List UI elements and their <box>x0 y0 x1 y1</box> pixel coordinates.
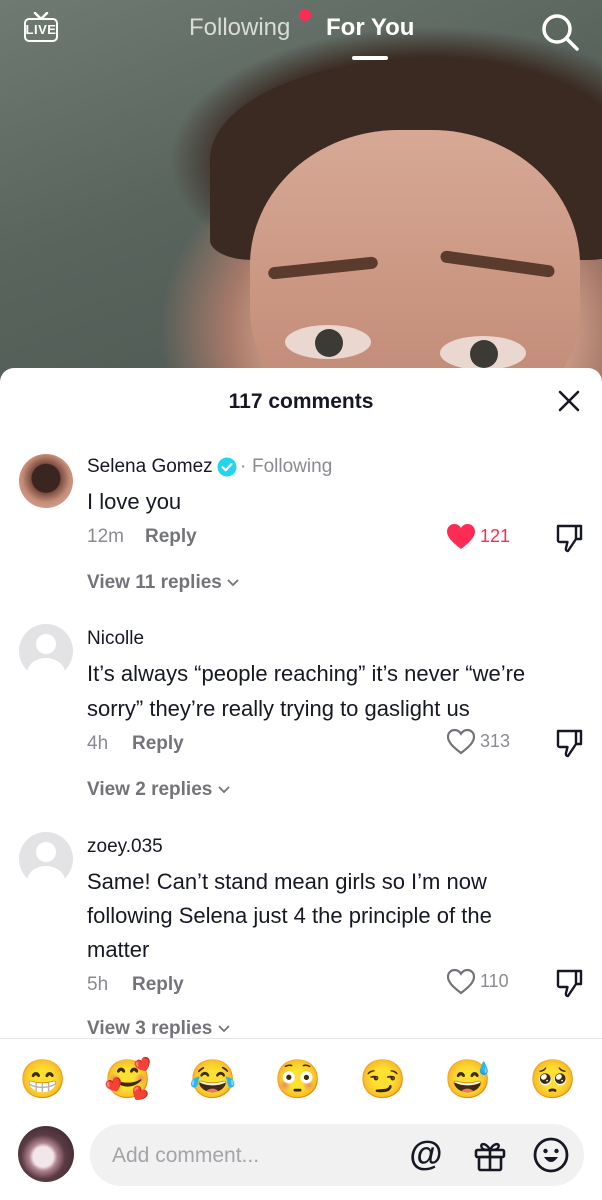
following-label: Following <box>252 456 333 477</box>
comment-time: 12m <box>87 526 124 547</box>
reply-button[interactable]: Reply <box>132 733 184 755</box>
gift-icon[interactable] <box>472 1137 508 1173</box>
comment-username[interactable]: zoey.035 <box>87 836 163 858</box>
video-eye-right <box>440 336 526 370</box>
dislike-icon[interactable] <box>555 968 583 998</box>
comments-sheet: 117 comments Selena Gomez · Following I … <box>0 368 602 1200</box>
emoji-tears-of-joy[interactable]: 😂 <box>189 1058 236 1102</box>
emoji-smirk[interactable]: 😏 <box>359 1058 406 1102</box>
avatar[interactable] <box>19 624 73 678</box>
at-mention-icon[interactable]: @ <box>408 1136 444 1172</box>
search-icon[interactable] <box>540 12 580 52</box>
dislike-icon[interactable] <box>555 728 583 758</box>
emoji-flushed[interactable]: 😳 <box>274 1058 321 1102</box>
comment-text-line: Same! Can’t stand mean girls so I’m now <box>87 869 487 894</box>
chevron-down-icon <box>227 579 239 587</box>
chevron-down-icon <box>217 1025 230 1033</box>
notification-dot <box>299 9 311 21</box>
comment-username[interactable]: Selena Gomez <box>87 456 213 478</box>
emoji-sweat-smile[interactable]: 😅 <box>444 1058 491 1102</box>
separator-dot: · <box>240 456 247 477</box>
heart-outline-icon[interactable] <box>446 968 476 995</box>
view-replies-label: View 11 replies <box>87 572 222 593</box>
heart-filled-icon[interactable] <box>446 523 476 550</box>
live-label: LIVE <box>25 22 57 37</box>
active-tab-indicator <box>352 56 388 60</box>
tab-following[interactable]: Following <box>189 14 290 42</box>
comment-text-line: following Selena just 4 the principle of… <box>87 903 492 928</box>
comment-text-line: sorry” they’re really trying to gaslight… <box>87 696 470 721</box>
top-nav-bar: LIVE Following For You <box>0 0 602 70</box>
my-avatar[interactable] <box>18 1126 74 1182</box>
comment-input-box[interactable]: @ <box>90 1124 584 1188</box>
emoji-grin[interactable]: 😁 <box>19 1058 66 1102</box>
comment-text: I love you <box>87 489 182 514</box>
emoji-icon[interactable] <box>532 1136 570 1174</box>
video-eye-left <box>285 325 371 359</box>
emoji-smiling-hearts[interactable]: 🥰 <box>104 1058 151 1102</box>
view-replies-label: View 3 replies <box>87 1018 213 1039</box>
comment-text-line: matter <box>87 937 150 962</box>
view-replies-button[interactable]: View 11 replies <box>87 572 239 594</box>
reply-button[interactable]: Reply <box>145 526 197 548</box>
view-replies-button[interactable]: View 3 replies <box>87 1018 230 1040</box>
comment-composer: @ <box>0 1112 602 1200</box>
comment-text-line: It’s always “people reaching” it’s never… <box>87 661 526 686</box>
heart-outline-icon[interactable] <box>446 728 476 755</box>
comment-input[interactable] <box>110 1124 394 1188</box>
like-count: 121 <box>480 526 511 546</box>
verified-badge-icon <box>217 457 237 477</box>
like-count: 110 <box>480 971 509 991</box>
view-replies-button[interactable]: View 2 replies <box>87 779 230 801</box>
live-icon[interactable]: LIVE <box>24 12 60 44</box>
close-icon[interactable] <box>556 388 582 414</box>
avatar[interactable] <box>19 454 73 508</box>
chevron-down-icon <box>217 786 230 794</box>
like-count: 313 <box>480 731 511 751</box>
comments-count: 117 comments <box>228 390 374 413</box>
tab-for-you[interactable]: For You <box>326 14 414 42</box>
dislike-icon[interactable] <box>555 523 583 553</box>
emoji-pleading[interactable]: 🥺 <box>529 1058 576 1102</box>
comment-time: 4h <box>87 733 109 754</box>
comment-time: 5h <box>87 974 109 995</box>
divider <box>0 1038 602 1039</box>
avatar[interactable] <box>19 832 73 886</box>
reply-button[interactable]: Reply <box>132 974 184 996</box>
view-replies-label: View 2 replies <box>87 779 213 800</box>
comment-username[interactable]: Nicolle <box>87 628 144 650</box>
